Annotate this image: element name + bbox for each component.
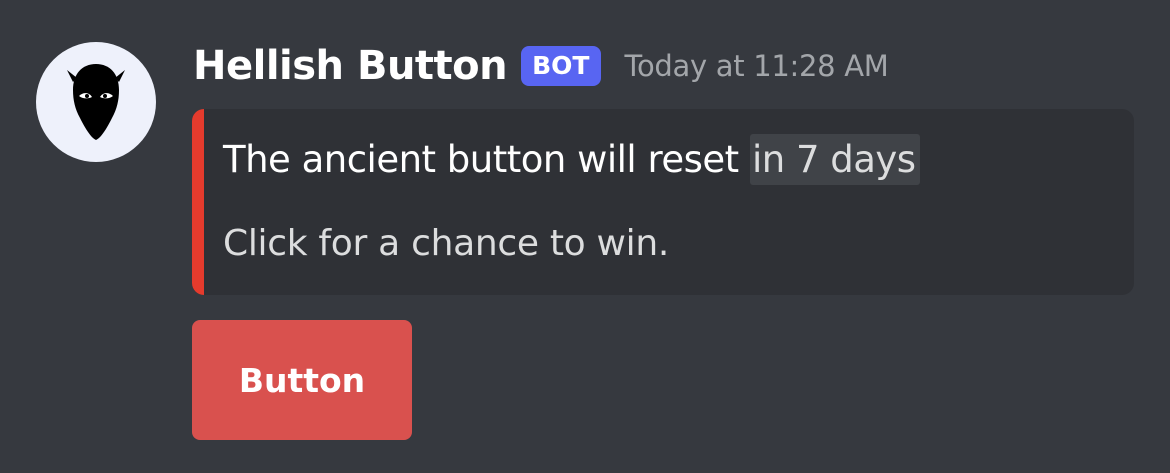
chat-message: Hellish Button BOT Today at 11:28 AM The… xyxy=(0,0,1170,473)
message-header: Hellish Button BOT Today at 11:28 AM xyxy=(193,38,889,94)
hooded-face-icon xyxy=(67,64,125,140)
message-timestamp[interactable]: Today at 11:28 AM xyxy=(625,49,889,83)
embed-accent-bar xyxy=(192,109,204,295)
embed-description: Click for a chance to win. xyxy=(223,223,670,264)
message-embed: The ancient button will reset in 7 days … xyxy=(192,109,1134,295)
bot-tag: BOT xyxy=(521,46,601,86)
action-button[interactable]: Button xyxy=(192,320,412,440)
bot-avatar[interactable] xyxy=(36,42,156,162)
embed-title: The ancient button will reset in 7 days xyxy=(223,133,920,187)
embed-title-text: The ancient button will reset xyxy=(223,138,739,181)
author-username[interactable]: Hellish Button xyxy=(193,43,508,89)
relative-timestamp[interactable]: in 7 days xyxy=(749,134,920,185)
